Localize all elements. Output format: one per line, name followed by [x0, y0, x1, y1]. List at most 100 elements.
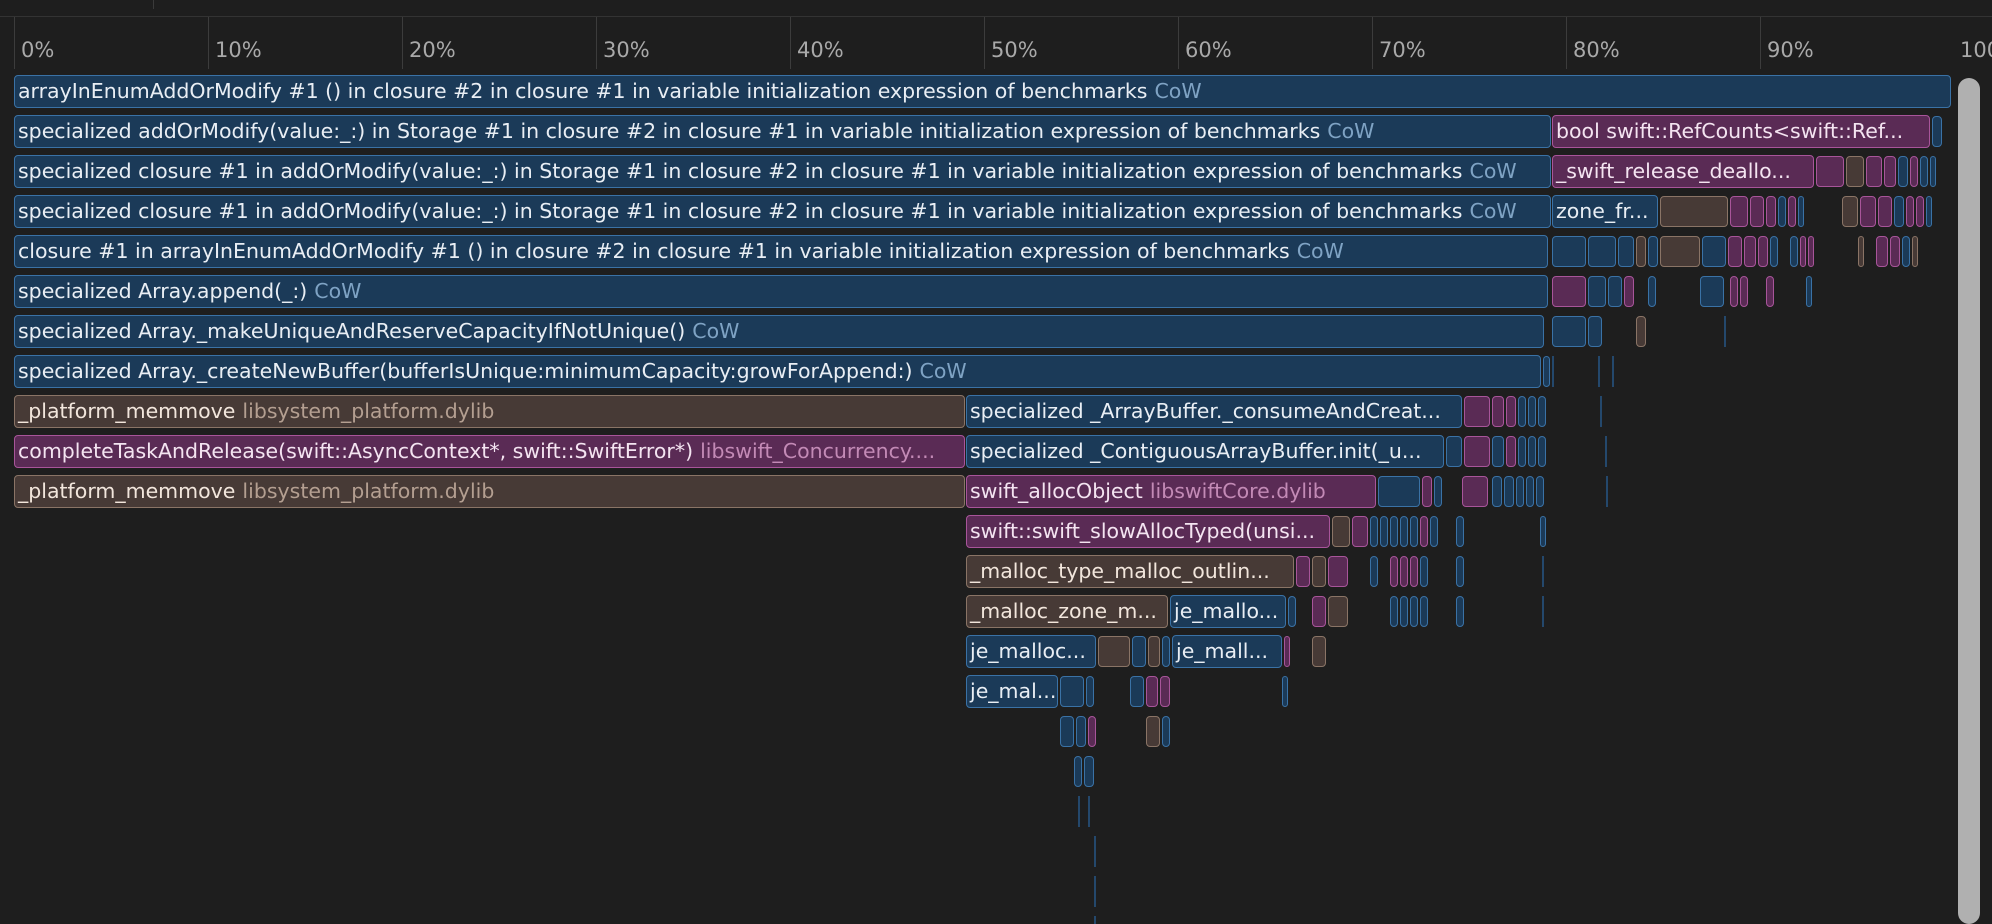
flame-frame-small[interactable]	[1750, 196, 1764, 227]
flame-frame-small[interactable]	[1543, 356, 1550, 387]
flame-frame-small[interactable]	[1866, 156, 1882, 187]
flame-frame-small[interactable]	[1790, 236, 1798, 267]
flame-frame-small[interactable]	[1700, 276, 1724, 307]
vertical-scrollbar[interactable]	[1958, 78, 1980, 924]
flame-frame[interactable]: specialized Array.append(_:) CoW	[14, 275, 1548, 308]
flame-frame[interactable]: je_mal...	[966, 675, 1058, 708]
flame-frame-small[interactable]	[1538, 436, 1546, 467]
flame-frame-small[interactable]	[1912, 236, 1918, 267]
flame-frame-small[interactable]	[1702, 236, 1726, 267]
flame-frame-small[interactable]	[1800, 236, 1806, 267]
flame-frame-small[interactable]	[1816, 156, 1844, 187]
flame-frame-small[interactable]	[1390, 516, 1398, 547]
flame-frame-small[interactable]	[1060, 716, 1074, 747]
flame-frame[interactable]: _platform_memmove libsystem_platform.dyli…	[14, 395, 965, 428]
flame-frame-small[interactable]	[1464, 436, 1490, 467]
flame-frame[interactable]: _malloc_zone_m...	[966, 595, 1168, 628]
flame-frame-small[interactable]	[1456, 516, 1464, 547]
flame-frame[interactable]: _swift_release_deallo...	[1552, 155, 1814, 188]
flame-frame-small[interactable]	[1400, 516, 1408, 547]
flame-frame-small[interactable]	[1618, 236, 1634, 267]
flame-frame-small[interactable]	[1074, 756, 1082, 787]
flame-frame-small[interactable]	[1926, 196, 1932, 227]
flame-frame-small[interactable]	[1492, 396, 1504, 427]
flame-frame-small[interactable]	[1370, 556, 1378, 587]
flame-frame-small[interactable]	[1894, 196, 1904, 227]
flame-frame[interactable]: specialized Array._makeUniqueAndReserveC…	[14, 315, 1544, 348]
flame-frame-small[interactable]	[1608, 276, 1622, 307]
flame-frame-small[interactable]	[1728, 236, 1742, 267]
flame-frame-small[interactable]	[1328, 556, 1348, 587]
flame-frame-small[interactable]	[1084, 756, 1094, 787]
flame-frame[interactable]: closure #1 in arrayInEnumAddOrModify #1 …	[14, 235, 1548, 268]
flame-frame-small[interactable]	[1446, 436, 1462, 467]
flame-frame-small[interactable]	[1332, 516, 1350, 547]
flame-frame-small[interactable]	[1860, 196, 1876, 227]
flame-frame[interactable]: specialized closure #1 in addOrModify(va…	[14, 195, 1551, 228]
flame-frame-small[interactable]	[1766, 196, 1776, 227]
flame-frame-small[interactable]	[1162, 716, 1170, 747]
flame-frame-small[interactable]	[1132, 636, 1146, 667]
flame-frame-small[interactable]	[1492, 436, 1504, 467]
flame-frame-small[interactable]	[1744, 236, 1756, 267]
flame-frame-small[interactable]	[1060, 676, 1084, 707]
flame-frame-small[interactable]	[1876, 236, 1888, 267]
flame-frame[interactable]: bool swift::RefCounts<swift::Ref...	[1552, 115, 1930, 148]
flame-frame-small[interactable]	[1352, 516, 1368, 547]
flame-frame-small[interactable]	[1842, 196, 1858, 227]
flame-frame-small[interactable]	[1846, 156, 1864, 187]
flame-frame-small[interactable]	[1552, 236, 1586, 267]
flame-frame-small[interactable]	[1420, 516, 1428, 547]
flame-frame-small[interactable]	[1312, 636, 1326, 667]
flame-frame[interactable]: je_mallo...	[1170, 595, 1286, 628]
flame-frame-small[interactable]	[1660, 236, 1700, 267]
flame-frame-small[interactable]	[1536, 476, 1544, 507]
flame-frame-small[interactable]	[1766, 276, 1774, 307]
flame-frame[interactable]: specialized _ContiguousArrayBuffer.init(…	[966, 435, 1444, 468]
flame-frame-small[interactable]	[1636, 236, 1646, 267]
flame-frame-small[interactable]	[1506, 396, 1516, 427]
flame-frame-small[interactable]	[1528, 436, 1536, 467]
flame-frame-small[interactable]	[1648, 276, 1656, 307]
flame-frame-small[interactable]	[1400, 556, 1408, 587]
flame-frame-small[interactable]	[1552, 316, 1586, 347]
flame-frame-small[interactable]	[1456, 556, 1464, 587]
flame-frame-small[interactable]	[1758, 236, 1768, 267]
flame-frame-small[interactable]	[1328, 596, 1348, 627]
flame-frame-small[interactable]	[1076, 716, 1086, 747]
flame-frame[interactable]: specialized addOrModify(value:_:) in Sto…	[14, 115, 1551, 148]
flame-frame-small[interactable]	[1902, 236, 1910, 267]
flame-frame-small[interactable]	[1624, 276, 1634, 307]
flame-frame[interactable]: zone_fr...	[1552, 195, 1658, 228]
flame-frame-small[interactable]	[1312, 596, 1326, 627]
flame-frame-small[interactable]	[1462, 476, 1488, 507]
flame-frame-small[interactable]	[1420, 556, 1428, 587]
flame-frame-small[interactable]	[1492, 476, 1502, 507]
flame-frame-small[interactable]	[1400, 596, 1408, 627]
flame-frame[interactable]: swift_allocObject libswiftCore.dylib	[966, 475, 1376, 508]
flame-frame-small[interactable]	[1588, 316, 1602, 347]
flame-frame-small[interactable]	[1778, 196, 1786, 227]
flame-frame[interactable]: _malloc_type_malloc_outlin...	[966, 555, 1294, 588]
flame-frame-small[interactable]	[1858, 236, 1864, 267]
flame-frame-small[interactable]	[1518, 436, 1526, 467]
flame-frame-small[interactable]	[1146, 676, 1158, 707]
flame-frame-small[interactable]	[1538, 396, 1546, 427]
flame-frame-small[interactable]	[1878, 196, 1892, 227]
flame-frame[interactable]: completeTaskAndRelease(swift::AsyncConte…	[14, 435, 965, 468]
flame-frame-small[interactable]	[1910, 156, 1918, 187]
flame-frame-small[interactable]	[1540, 516, 1546, 547]
flame-frame-small[interactable]	[1890, 236, 1900, 267]
flame-frame-small[interactable]	[1282, 676, 1288, 707]
flame-frame-small[interactable]	[1770, 236, 1778, 267]
flame-frame-small[interactable]	[1648, 236, 1658, 267]
flame-frame[interactable]: specialized _ArrayBuffer._consumeAndCrea…	[966, 395, 1462, 428]
flame-frame-small[interactable]	[1098, 636, 1130, 667]
flame-frame-small[interactable]	[1808, 236, 1814, 267]
flame-frame-small[interactable]	[1390, 596, 1398, 627]
flame-frame-small[interactable]	[1088, 716, 1096, 747]
flame-frame-small[interactable]	[1130, 676, 1144, 707]
flame-frame-small[interactable]	[1516, 476, 1524, 507]
flame-frame-small[interactable]	[1288, 596, 1296, 627]
flame-frame-small[interactable]	[1806, 276, 1812, 307]
